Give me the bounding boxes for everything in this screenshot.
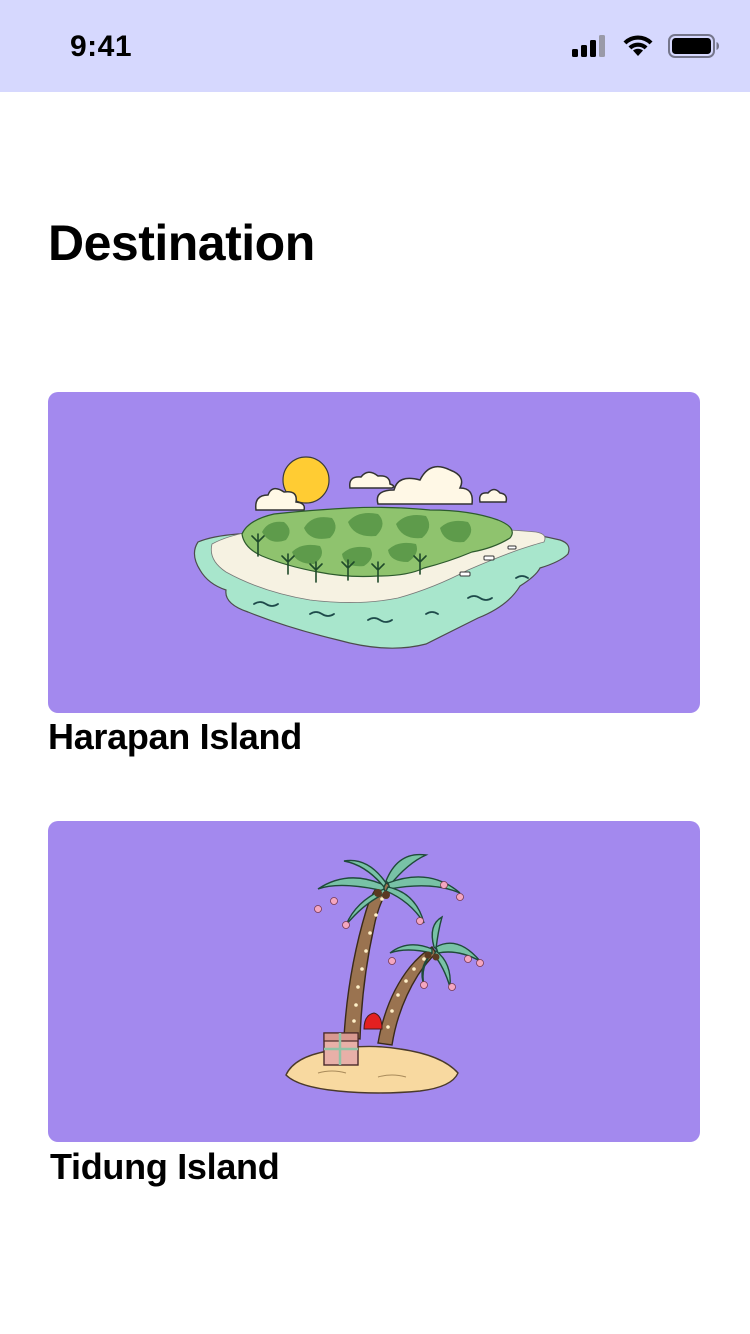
cellular-signal-icon (572, 35, 605, 57)
destination-title-harapan[interactable]: Harapan Island (48, 716, 302, 758)
page-title: Destination (48, 215, 315, 271)
destination-title-tidung[interactable]: Tidung Island (50, 1146, 280, 1188)
island-illustration (193, 456, 570, 649)
wifi-icon (623, 35, 653, 56)
status-bar: 9:41 (0, 0, 750, 92)
battery-icon (668, 34, 719, 58)
destination-card-tidung[interactable] (48, 821, 700, 1142)
palm-trees-illustration (285, 853, 484, 1094)
status-time: 9:41 (70, 30, 133, 63)
status-icons (572, 34, 720, 58)
destination-card-harapan[interactable] (48, 392, 700, 713)
